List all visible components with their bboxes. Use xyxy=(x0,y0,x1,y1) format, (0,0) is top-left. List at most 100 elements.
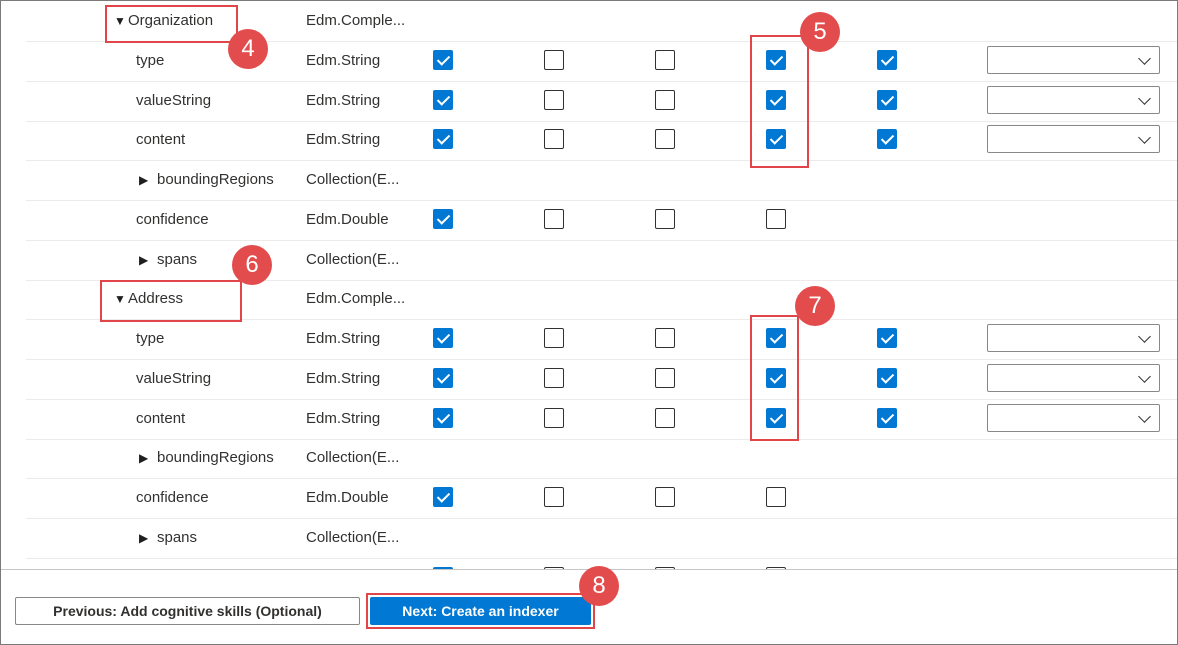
field-row: ▶ spans Collection(E... xyxy=(26,240,1177,281)
searchable-checkbox[interactable] xyxy=(877,407,897,428)
field-type: Edm.Double xyxy=(306,489,389,506)
field-row: type Edm.String xyxy=(26,319,1177,360)
highlight-address-column xyxy=(750,315,799,441)
sortable-checkbox[interactable] xyxy=(655,487,675,507)
field-name: confidence xyxy=(136,489,209,506)
field-name[interactable]: ▶ spans xyxy=(139,240,197,280)
step-badge-7: 7 xyxy=(795,286,835,326)
step-badge-4: 4 xyxy=(228,29,268,69)
field-type: Edm.Double xyxy=(306,210,389,228)
chevron-down-icon xyxy=(1138,330,1151,343)
analyzer-dropdown[interactable] xyxy=(987,125,1160,154)
field-row: valueString Edm.String xyxy=(26,81,1177,122)
searchable-checkbox[interactable] xyxy=(877,89,897,110)
filterable-checkbox[interactable] xyxy=(544,487,564,507)
analyzer-dropdown[interactable] xyxy=(987,403,1160,432)
searchable-checkbox[interactable] xyxy=(877,49,897,70)
facetable-checkbox[interactable] xyxy=(766,208,786,229)
highlight-address xyxy=(100,280,242,322)
field-row: type Edm.String xyxy=(26,41,1177,82)
field-name: content xyxy=(136,131,186,149)
sortable-checkbox[interactable] xyxy=(655,407,675,428)
analyzer-dropdown[interactable] xyxy=(987,85,1160,114)
field-row: ▶ boundingRegions Collection(E... xyxy=(26,438,1177,480)
field-name: type xyxy=(136,330,165,347)
caret-right-icon[interactable]: ▶ xyxy=(139,240,153,280)
field-type: Edm.String xyxy=(306,51,381,69)
field-name-label: boundingRegions xyxy=(157,449,274,467)
searchable-checkbox[interactable] xyxy=(877,129,897,150)
sortable-checkbox[interactable] xyxy=(655,49,675,70)
chevron-down-icon xyxy=(1138,369,1151,383)
field-type: Collection(E... xyxy=(306,528,400,546)
field-name[interactable]: ▶ boundingRegions xyxy=(139,160,274,200)
highlight-next-button xyxy=(366,593,595,629)
retrievable-checkbox[interactable] xyxy=(433,49,453,70)
chevron-down-icon xyxy=(1138,91,1151,105)
filterable-checkbox[interactable] xyxy=(544,49,564,70)
caret-right-icon[interactable]: ▶ xyxy=(139,518,153,558)
field-type: Edm.String xyxy=(306,369,381,387)
highlight-organization xyxy=(105,5,238,43)
field-row: valueString Edm.String xyxy=(26,359,1177,400)
retrievable-checkbox[interactable] xyxy=(433,208,453,229)
field-name-label: spans xyxy=(157,528,198,546)
step-badge-5: 5 xyxy=(800,12,840,52)
field-row: content Edm.String xyxy=(26,399,1177,440)
field-type: Edm.Comple... xyxy=(306,12,406,29)
field-row: ▶ spans Collection(E... xyxy=(26,518,1177,559)
field-row: ▶ boundingRegions Collection(E... xyxy=(26,160,1177,201)
chevron-down-icon xyxy=(1138,131,1151,145)
field-type: Collection(E... xyxy=(306,449,400,467)
filterable-checkbox[interactable] xyxy=(544,208,564,229)
filterable-checkbox[interactable] xyxy=(544,328,564,348)
field-name: type xyxy=(136,51,165,69)
filterable-checkbox[interactable] xyxy=(544,407,564,428)
analyzer-dropdown[interactable] xyxy=(987,45,1160,74)
field-type: Edm.Comple... xyxy=(306,290,406,308)
retrievable-checkbox[interactable] xyxy=(433,328,453,348)
analyzer-dropdown[interactable] xyxy=(987,363,1160,392)
index-fields-panel: ▼ Organization Edm.Comple... type Edm.String… xyxy=(0,0,1178,645)
field-name[interactable]: ▶ boundingRegions xyxy=(139,438,274,478)
field-type: Collection(E... xyxy=(306,250,400,268)
sortable-checkbox[interactable] xyxy=(655,328,675,348)
field-name-label: boundingRegions xyxy=(157,171,274,188)
retrievable-checkbox[interactable] xyxy=(433,129,453,150)
field-row: content Edm.String xyxy=(26,120,1177,162)
retrievable-checkbox[interactable] xyxy=(433,407,453,428)
field-name[interactable]: ▶ spans xyxy=(139,518,197,558)
field-type: Edm.String xyxy=(306,91,381,109)
field-row: confidence Edm.Double xyxy=(26,200,1177,241)
sortable-checkbox[interactable] xyxy=(655,89,675,110)
sortable-checkbox[interactable] xyxy=(655,208,675,229)
filterable-checkbox[interactable] xyxy=(544,367,564,388)
analyzer-dropdown[interactable] xyxy=(987,324,1160,352)
retrievable-checkbox[interactable] xyxy=(433,487,453,507)
highlight-organization-column xyxy=(750,35,809,168)
field-type: Collection(E... xyxy=(306,171,400,188)
previous-button[interactable]: Previous: Add cognitive skills (Optional… xyxy=(15,597,360,625)
sortable-checkbox[interactable] xyxy=(655,367,675,388)
caret-right-icon[interactable]: ▶ xyxy=(139,160,153,200)
retrievable-checkbox[interactable] xyxy=(433,89,453,110)
facetable-checkbox[interactable] xyxy=(766,487,786,507)
retrievable-checkbox[interactable] xyxy=(433,367,453,388)
field-name-label: spans xyxy=(157,250,198,268)
chevron-down-icon xyxy=(1138,51,1151,65)
searchable-checkbox[interactable] xyxy=(877,367,897,388)
field-type: Edm.String xyxy=(306,131,381,149)
filterable-checkbox[interactable] xyxy=(544,129,564,150)
filterable-checkbox[interactable] xyxy=(544,89,564,110)
searchable-checkbox[interactable] xyxy=(877,328,897,348)
chevron-down-icon xyxy=(1138,409,1151,423)
field-name: valueString xyxy=(136,91,212,109)
step-badge-8: 8 xyxy=(579,566,619,606)
field-name: confidence xyxy=(136,210,209,228)
step-badge-6: 6 xyxy=(232,245,272,285)
caret-right-icon[interactable]: ▶ xyxy=(139,438,153,478)
sortable-checkbox[interactable] xyxy=(655,129,675,150)
field-row: confidence Edm.Double xyxy=(26,478,1177,519)
field-name: content xyxy=(136,409,186,427)
field-type: Edm.String xyxy=(306,330,381,347)
